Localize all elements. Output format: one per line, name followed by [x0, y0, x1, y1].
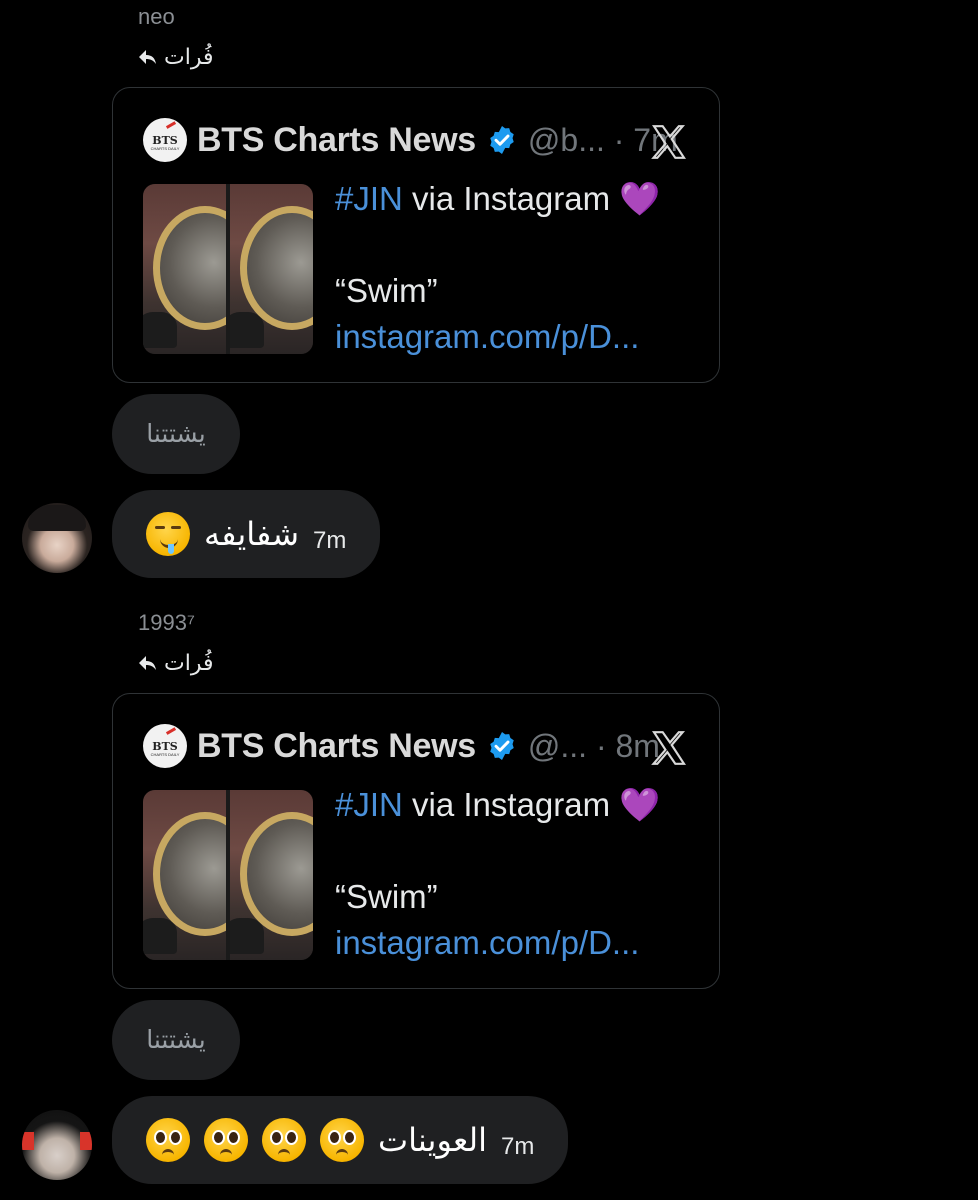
reply-arrow-icon	[138, 654, 158, 672]
media-thumbnail	[230, 184, 313, 354]
message-bubble[interactable]: يشتتنا	[112, 394, 240, 474]
x-logo-icon	[651, 731, 687, 765]
purple-heart-icon: 💜	[619, 786, 661, 823]
reply-reference[interactable]: فُرات	[138, 44, 213, 70]
purple-heart-icon: 💜	[619, 180, 661, 217]
verified-badge-icon	[490, 732, 514, 760]
message-time: 7m	[313, 527, 347, 554]
avatar[interactable]	[22, 1110, 92, 1180]
shared-tweet-card[interactable]: BTS CHARTS DAILY BTS Charts News @b... ·…	[112, 87, 720, 383]
shared-tweet-card[interactable]: BTS CHARTS DAILY BTS Charts News @... · …	[112, 693, 720, 989]
tweet-header: BTS CHARTS DAILY BTS Charts News @b... ·…	[143, 118, 678, 162]
verified-badge-icon	[490, 126, 514, 154]
tweet-media[interactable]	[143, 790, 313, 960]
message-time: 7m	[501, 1133, 535, 1160]
media-thumbnail	[143, 184, 226, 354]
sender-name: 1993⁷	[138, 610, 195, 635]
hashtag-link[interactable]: #JIN	[335, 180, 403, 217]
tweet-link[interactable]: instagram.com/p/D...	[335, 920, 660, 966]
reply-to-name: فُرات	[164, 650, 214, 675]
reply-arrow-icon	[138, 48, 158, 66]
message-text: يشتتنا	[146, 1026, 206, 1054]
pleading-face-icon	[204, 1118, 248, 1162]
chat-view: neo فُرات BTS CHARTS DAILY BTS Charts Ne…	[0, 0, 978, 1200]
pleading-face-icon	[262, 1118, 306, 1162]
media-thumbnail	[230, 790, 313, 960]
message-bubble[interactable]: العوينات 7m	[112, 1096, 569, 1184]
channel-name: BTS Charts News	[197, 726, 476, 765]
tweet-media[interactable]	[143, 184, 313, 354]
pleading-face-icon	[146, 1118, 190, 1162]
handle-time: @... · 8m	[527, 727, 660, 764]
message-text: يشتتنا	[146, 420, 206, 448]
reply-reference[interactable]: فُرات	[138, 650, 213, 676]
message-text: العوينات	[378, 1122, 488, 1158]
tweet-text: #JIN via Instagram 💜 “Swim” instagram.co…	[335, 782, 660, 966]
tweet-link[interactable]: instagram.com/p/D...	[335, 314, 660, 360]
reply-to-name: فُرات	[164, 44, 214, 69]
media-thumbnail	[143, 790, 226, 960]
pleading-face-icon	[320, 1118, 364, 1162]
message-text: شفايفه	[204, 516, 299, 552]
sender-name: neo	[138, 4, 175, 29]
message-bubble[interactable]: شفايفه 7m	[112, 490, 381, 578]
avatar[interactable]	[22, 503, 92, 573]
tweet-text: #JIN via Instagram 💜 “Swim” instagram.co…	[335, 176, 660, 360]
x-logo-icon	[651, 125, 687, 159]
drooling-face-icon	[146, 512, 190, 556]
message-bubble[interactable]: يشتتنا	[112, 1000, 240, 1080]
channel-avatar: BTS CHARTS DAILY	[143, 724, 187, 768]
tweet-header: BTS CHARTS DAILY BTS Charts News @... · …	[143, 724, 660, 768]
hashtag-link[interactable]: #JIN	[335, 786, 403, 823]
channel-avatar: BTS CHARTS DAILY	[143, 118, 187, 162]
channel-name: BTS Charts News	[197, 120, 476, 159]
